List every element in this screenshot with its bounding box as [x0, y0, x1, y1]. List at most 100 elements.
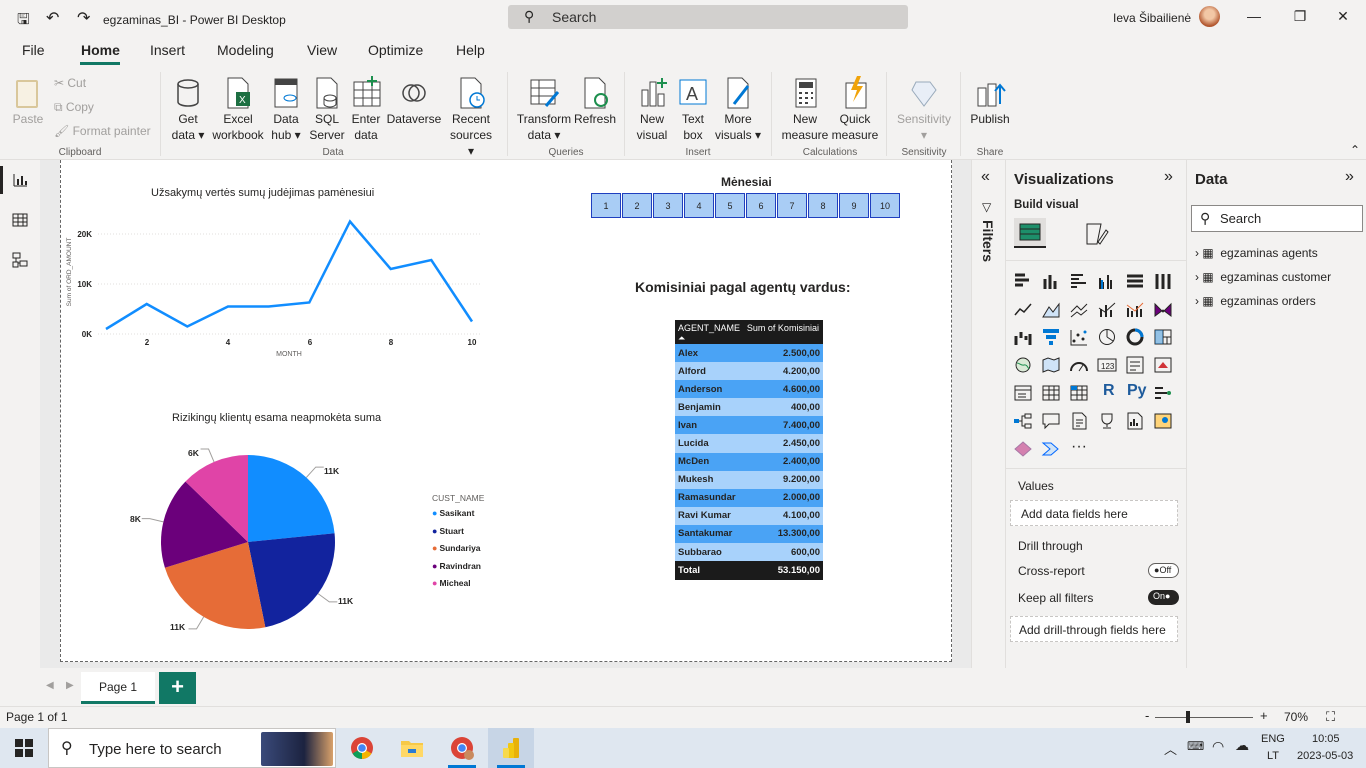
next-page-icon[interactable]: ▶	[66, 680, 74, 691]
filters-pane[interactable]: « ▽ Filters	[971, 160, 1005, 668]
narrative-icon[interactable]	[1069, 412, 1089, 430]
line-chart-icon[interactable]	[1013, 300, 1033, 318]
card-icon[interactable]: 123	[1097, 356, 1117, 374]
pie-legend-item[interactable]: ● Stuart	[432, 526, 481, 544]
table-row[interactable]: Anderson 4.600,00	[675, 380, 823, 399]
multi-row-card-icon[interactable]	[1125, 356, 1145, 374]
pie-slice-sasikant[interactable]	[248, 455, 335, 542]
copy-button[interactable]: ⧉ Copy	[54, 100, 94, 115]
text-box-button[interactable]: A Text box	[674, 76, 712, 143]
cloud-icon[interactable]: ☁	[1235, 737, 1249, 754]
slicer-item[interactable]: 8	[808, 193, 838, 218]
sql-server-button[interactable]: SQL Server	[308, 76, 346, 143]
100-stacked-bar-chart-icon[interactable]	[1125, 272, 1145, 290]
map-icon[interactable]	[1013, 356, 1033, 374]
menu-home[interactable]: Home	[81, 42, 120, 58]
pie-chart-icon[interactable]	[1097, 328, 1117, 346]
cut-button[interactable]: ✂ Cut	[54, 76, 86, 90]
table-row[interactable]: Ivan 7.400,00	[675, 416, 823, 435]
zoom-out-button[interactable]: -	[1145, 708, 1149, 723]
table-row[interactable]: Ramasundar 2.000,00	[675, 488, 823, 507]
table-header-cell[interactable]: AGENT_NAME ⏶	[675, 320, 744, 344]
menu-view[interactable]: View	[307, 42, 337, 58]
table-row[interactable]: McDen 2.400,00	[675, 452, 823, 471]
sensitivity-button[interactable]: Sensitivity ▾	[893, 76, 955, 143]
zoom-slider-thumb[interactable]	[1186, 711, 1190, 723]
table-row[interactable]: Santakumar 13.300,00	[675, 524, 823, 544]
clock-date[interactable]: 2023-05-03	[1297, 750, 1353, 762]
clock-time[interactable]: 10:05	[1312, 733, 1340, 745]
slicer-item[interactable]: 7	[777, 193, 807, 218]
drill-through-well[interactable]: Add drill-through fields here	[1010, 616, 1178, 642]
table-row[interactable]: Mukesh 9.200,00	[675, 470, 823, 489]
menu-modeling[interactable]: Modeling	[217, 42, 274, 58]
kpi-icon[interactable]	[1153, 356, 1173, 374]
clustered-column-chart-icon[interactable]	[1097, 272, 1117, 290]
data-hub-button[interactable]: Data hub ▾	[266, 76, 306, 143]
file-explorer-icon[interactable]	[400, 737, 424, 759]
power-bi-taskbar-button[interactable]	[488, 728, 534, 768]
data-table-item[interactable]: › ▦ egzaminas customer	[1195, 270, 1331, 284]
paste-button[interactable]: Paste	[10, 76, 46, 127]
pie-legend-item[interactable]: ● Sundariya	[432, 543, 481, 561]
pie-chart[interactable]: 11K 11K 11K 8K 6K	[120, 440, 380, 640]
undo-icon[interactable]: ↶	[46, 8, 59, 28]
donut-chart-icon[interactable]	[1125, 328, 1145, 346]
taskbar-search-box[interactable]: ⚲ Type here to search	[48, 728, 336, 768]
azure-map-icon[interactable]	[1153, 412, 1173, 430]
restore-icon[interactable]: ❐	[1277, 8, 1323, 28]
publish-button[interactable]: Publish	[968, 76, 1012, 127]
table-view-icon[interactable]	[12, 212, 28, 228]
excel-workbook-button[interactable]: X Excel workbook	[210, 76, 266, 143]
line-and-column-chart-icon[interactable]	[1097, 300, 1117, 318]
table-row[interactable]: Lucida 2.450,00	[675, 434, 823, 453]
slicer-item[interactable]: 10	[870, 193, 900, 218]
expand-filters-icon[interactable]: «	[981, 168, 990, 186]
prev-page-icon[interactable]: ◀	[46, 680, 54, 691]
transform-data-button[interactable]: Transform data ▾	[515, 76, 573, 143]
stacked-column-chart-icon[interactable]	[1041, 272, 1061, 290]
line-chart-series-line[interactable]	[105, 219, 474, 331]
pie-legend-item[interactable]: ● Ravindran	[432, 561, 481, 579]
menu-optimize[interactable]: Optimize	[368, 42, 423, 58]
r-visual-icon[interactable]: R	[1103, 382, 1123, 400]
enter-data-button[interactable]: Enter data	[348, 76, 384, 143]
get-data-button[interactable]: Get data ▾	[168, 76, 208, 143]
chrome-profile-icon[interactable]	[450, 736, 474, 760]
fit-to-page-icon[interactable]: ⛶	[1326, 709, 1335, 725]
treemap-icon[interactable]	[1153, 328, 1173, 346]
cross-report-toggle[interactable]: ●Off	[1148, 563, 1179, 578]
funnel-chart-icon[interactable]	[1041, 328, 1061, 346]
matrix-icon[interactable]	[1069, 384, 1089, 402]
slicer-item[interactable]: 6	[746, 193, 776, 218]
zoom-slider[interactable]	[1155, 717, 1253, 718]
table-row[interactable]: Alex 2.500,00	[675, 344, 823, 363]
power-apps-icon[interactable]	[1013, 440, 1033, 458]
table-icon[interactable]	[1041, 384, 1061, 402]
collapse-ribbon-icon[interactable]: ⌃	[1350, 143, 1360, 157]
slicer-item[interactable]: 1	[591, 193, 621, 218]
decomposition-tree-icon[interactable]	[1013, 412, 1033, 430]
title-search-box[interactable]: ⚲ Search	[508, 5, 908, 29]
commission-table[interactable]: AGENT_NAME ⏶ Sum of Komisiniai Alex 2.500,…	[675, 320, 823, 581]
collapse-viz-icon[interactable]: »	[1164, 168, 1173, 186]
format-painter-button[interactable]: 🖌 Format painter	[54, 124, 151, 138]
goals-icon[interactable]	[1097, 412, 1117, 430]
tray-device-icon[interactable]: ⌨	[1187, 739, 1204, 753]
language-indicator[interactable]: ENG	[1261, 733, 1285, 745]
key-influencers-icon[interactable]	[1153, 384, 1173, 402]
save-icon[interactable]: 🖫	[17, 9, 30, 34]
tray-chevron-up-icon[interactable]: ︿	[1164, 739, 1177, 758]
table-row[interactable]: Alford 4.200,00	[675, 362, 823, 381]
line-and-clustered-column-icon[interactable]	[1125, 300, 1145, 318]
add-page-button[interactable]: +	[159, 672, 196, 704]
model-view-icon[interactable]	[12, 252, 28, 268]
pie-legend-item[interactable]: ● Micheal	[432, 578, 481, 596]
ribbon-chart-icon[interactable]	[1153, 300, 1173, 318]
quick-measure-button[interactable]: Quick measure	[830, 76, 880, 143]
table-row[interactable]: Benjamin 400,00	[675, 398, 823, 417]
stacked-bar-chart-icon[interactable]	[1013, 272, 1033, 290]
table-row[interactable]: Ravi Kumar 4.100,00	[675, 506, 823, 525]
qna-icon[interactable]	[1041, 412, 1061, 430]
report-view-icon[interactable]	[12, 172, 28, 188]
